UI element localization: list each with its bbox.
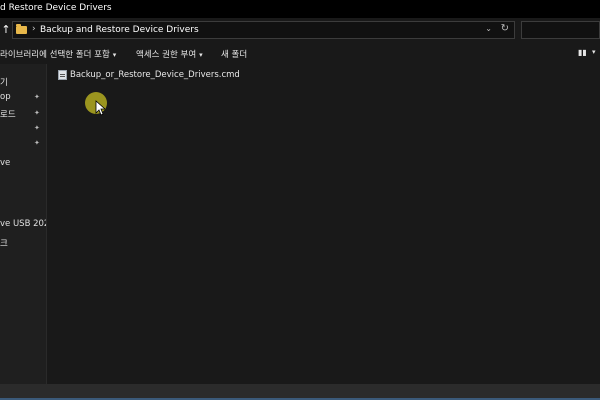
command-bar: 라이브러리에 선택한 폴더 포함 ▾ 액세스 권한 부여 ▾ 새 폴더 ▮▮ ▾ bbox=[0, 42, 600, 64]
nav-item-quick-access[interactable]: 기 bbox=[0, 76, 8, 88]
address-row: ↑ › Backup and Restore Device Drivers ⌄ … bbox=[0, 18, 600, 42]
include-in-library-label: 라이브러리에 선택한 폴더 포함 bbox=[0, 50, 110, 60]
address-bar[interactable]: › Backup and Restore Device Drivers ⌄ ↻ bbox=[12, 21, 515, 39]
chevron-down-icon: ▾ bbox=[199, 51, 203, 59]
title-bar: d Restore Device Drivers bbox=[0, 0, 600, 18]
breadcrumb-separator-icon[interactable]: › bbox=[32, 24, 36, 34]
nav-item-network[interactable]: 크 bbox=[0, 237, 8, 249]
file-list: Backup_or_Restore_Device_Drivers.cmd bbox=[47, 64, 600, 384]
up-arrow-icon[interactable]: ↑ bbox=[0, 23, 12, 37]
nav-item-desktop[interactable]: op bbox=[0, 92, 11, 102]
navigation-pane: 기 op ✦ 로드 ✦ ✦ ✦ ve ve USB 2020 크 bbox=[0, 64, 47, 384]
view-layout-icon[interactable]: ▮▮ bbox=[578, 48, 587, 57]
chevron-down-icon: ▾ bbox=[112, 51, 117, 59]
give-access-button[interactable]: 액세스 권한 부여 ▾ bbox=[136, 48, 203, 60]
nav-item-drive[interactable]: ve bbox=[0, 158, 10, 168]
nav-item-usb-drive[interactable]: ve USB 2020 bbox=[0, 219, 46, 229]
pin-icon: ✦ bbox=[34, 93, 40, 101]
breadcrumb-current-folder[interactable]: Backup and Restore Device Drivers bbox=[40, 25, 199, 35]
new-folder-label: 새 폴더 bbox=[221, 50, 248, 60]
folder-icon bbox=[16, 24, 27, 34]
mouse-cursor-icon bbox=[95, 100, 105, 116]
new-folder-button[interactable]: 새 폴더 bbox=[221, 48, 247, 60]
give-access-label: 액세스 권한 부여 bbox=[136, 50, 197, 60]
refresh-icon[interactable]: ↻ bbox=[501, 23, 509, 34]
nav-item-downloads[interactable]: 로드 bbox=[0, 108, 16, 120]
pin-icon: ✦ bbox=[34, 139, 40, 147]
address-history-dropdown-icon[interactable]: ⌄ bbox=[485, 24, 492, 33]
window-title: d Restore Device Drivers bbox=[0, 3, 112, 13]
view-dropdown-icon[interactable]: ▾ bbox=[592, 48, 596, 56]
file-name: Backup_or_Restore_Device_Drivers.cmd bbox=[70, 70, 240, 80]
status-bar bbox=[0, 384, 600, 400]
pin-icon: ✦ bbox=[34, 124, 40, 132]
include-in-library-button[interactable]: 라이브러리에 선택한 폴더 포함 ▾ bbox=[0, 48, 116, 60]
pin-icon: ✦ bbox=[34, 109, 40, 117]
search-input[interactable] bbox=[521, 21, 600, 39]
cmd-file-icon bbox=[58, 70, 67, 80]
